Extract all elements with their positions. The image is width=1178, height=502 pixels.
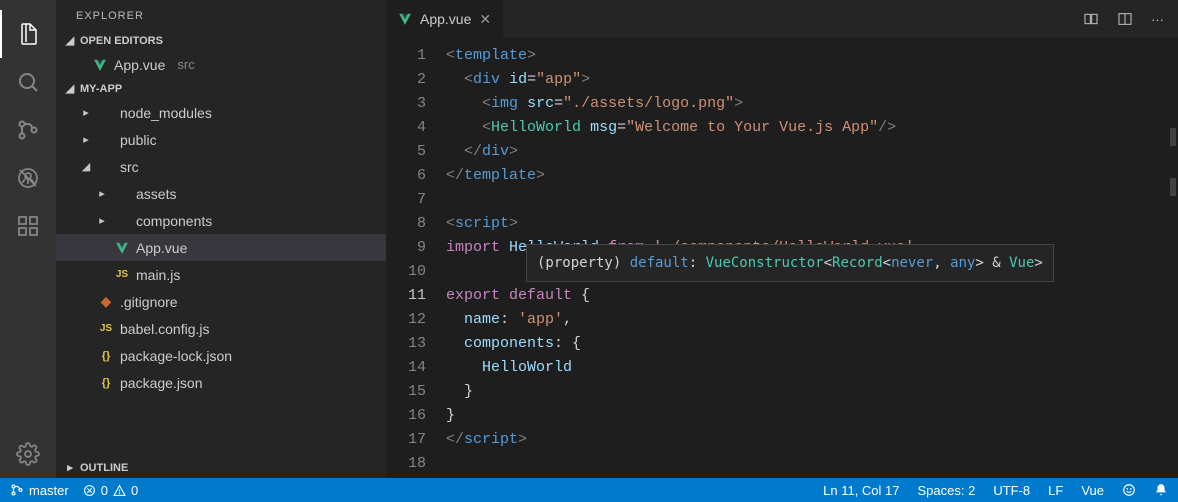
editor-area: App.vue ✕ ··· 12345678910111213141516171…	[386, 0, 1178, 478]
code-line[interactable]: }	[446, 404, 1178, 428]
tree-label: src	[120, 159, 139, 175]
tree-file[interactable]: JS babel.config.js	[56, 315, 386, 342]
chevron-down-icon: ◢	[64, 82, 76, 95]
vue-icon	[92, 58, 108, 72]
activity-scm-icon[interactable]	[0, 106, 56, 154]
tree-file[interactable]: App.vue	[56, 234, 386, 261]
code-line[interactable]: <script>	[446, 212, 1178, 236]
tree-label: package.json	[120, 375, 203, 391]
status-spaces[interactable]: Spaces: 2	[918, 483, 976, 498]
tree-file[interactable]: JS main.js	[56, 261, 386, 288]
close-icon[interactable]: ✕	[479, 11, 491, 28]
hover-tooltip: (property) default: VueConstructor<Recor…	[526, 244, 1054, 282]
chevron-right-icon: ▸	[96, 214, 108, 227]
file-label: App.vue	[114, 57, 165, 73]
code-line[interactable]: }	[446, 380, 1178, 404]
activity-extensions-icon[interactable]	[0, 202, 56, 250]
tree-folder[interactable]: ▸ assets	[56, 180, 386, 207]
code-line[interactable]: components: {	[446, 332, 1178, 356]
chevron-down-icon: ◢	[80, 160, 92, 173]
tree-label: node_modules	[120, 105, 212, 121]
code-editor[interactable]: 123456789101112131415161718 <template> <…	[386, 38, 1178, 478]
code-line[interactable]: <div id="app">	[446, 68, 1178, 92]
more-icon[interactable]: ···	[1151, 12, 1164, 27]
code-line[interactable]: </div>	[446, 140, 1178, 164]
tree-folder[interactable]: ▸ components	[56, 207, 386, 234]
tab-label: App.vue	[420, 11, 471, 27]
tree-label: babel.config.js	[120, 321, 210, 337]
minimap[interactable]	[1168, 38, 1178, 478]
tab-app-vue[interactable]: App.vue ✕	[386, 0, 504, 38]
sidebar-title: EXPLORER	[56, 0, 386, 30]
json-icon: {}	[98, 377, 114, 389]
tree-folder[interactable]: ▸ public	[56, 126, 386, 153]
tree-folder[interactable]: ◢ src	[56, 153, 386, 180]
tree-label: App.vue	[136, 240, 187, 256]
activity-debug-icon[interactable]	[0, 154, 56, 202]
compare-icon[interactable]	[1083, 11, 1099, 27]
tree-label: .gitignore	[120, 294, 178, 310]
code-line[interactable]	[446, 452, 1178, 476]
status-feedback-icon[interactable]	[1122, 483, 1136, 497]
code-line[interactable]: <img src="./assets/logo.png">	[446, 92, 1178, 116]
chevron-right-icon: ▸	[64, 461, 76, 474]
split-icon[interactable]	[1117, 11, 1133, 27]
tree-file[interactable]: ◆ .gitignore	[56, 288, 386, 315]
vue-icon	[398, 12, 412, 26]
status-problems[interactable]: 0 0	[83, 483, 138, 498]
tab-bar: App.vue ✕ ···	[386, 0, 1178, 38]
status-bar: master 0 0 Ln 11, Col 17 Spaces: 2 UTF-8…	[0, 478, 1178, 502]
chevron-down-icon: ◢	[64, 34, 76, 47]
tree-label: components	[136, 213, 212, 229]
js-icon: JS	[98, 323, 114, 334]
code-line[interactable]: name: 'app',	[446, 308, 1178, 332]
code-line[interactable]: HelloWorld	[446, 356, 1178, 380]
chevron-right-icon: ▸	[80, 106, 92, 119]
tree-label: main.js	[136, 267, 180, 283]
status-bell-icon[interactable]	[1154, 483, 1168, 497]
tree-label: package-lock.json	[120, 348, 232, 364]
status-lang[interactable]: Vue	[1081, 483, 1104, 498]
code-line[interactable]: <template>	[446, 44, 1178, 68]
status-eol[interactable]: LF	[1048, 483, 1063, 498]
code-line[interactable]: <HelloWorld msg="Welcome to Your Vue.js …	[446, 116, 1178, 140]
code-line[interactable]: </script>	[446, 428, 1178, 452]
tree-file[interactable]: {} package.json	[56, 369, 386, 396]
section-project[interactable]: ◢ MY-APP	[56, 78, 386, 99]
git-icon: ◆	[98, 293, 114, 310]
explorer-sidebar: EXPLORER ◢ OPEN EDITORS App.vue src ◢ MY-…	[56, 0, 386, 478]
code-line[interactable]: export default {	[446, 284, 1178, 308]
tree-label: assets	[136, 186, 176, 202]
chevron-right-icon: ▸	[96, 187, 108, 200]
js-icon: JS	[114, 269, 130, 280]
open-editor-item[interactable]: App.vue src	[56, 51, 386, 78]
section-open-editors[interactable]: ◢ OPEN EDITORS	[56, 30, 386, 51]
activity-bar	[0, 0, 56, 478]
file-dir: src	[177, 57, 194, 72]
status-lncol[interactable]: Ln 11, Col 17	[823, 483, 899, 498]
code-line[interactable]: </template>	[446, 164, 1178, 188]
section-outline[interactable]: ▸ OUTLINE	[56, 457, 386, 478]
activity-search-icon[interactable]	[0, 58, 56, 106]
tree-file[interactable]: {} package-lock.json	[56, 342, 386, 369]
vue-icon	[114, 241, 130, 255]
json-icon: {}	[98, 350, 114, 362]
activity-settings-icon[interactable]	[0, 430, 56, 478]
status-encoding[interactable]: UTF-8	[993, 483, 1030, 498]
tree-folder[interactable]: ▸ node_modules	[56, 99, 386, 126]
chevron-right-icon: ▸	[80, 133, 92, 146]
tree-label: public	[120, 132, 157, 148]
activity-explorer-icon[interactable]	[0, 10, 56, 58]
code-line[interactable]	[446, 188, 1178, 212]
status-branch[interactable]: master	[10, 483, 69, 498]
